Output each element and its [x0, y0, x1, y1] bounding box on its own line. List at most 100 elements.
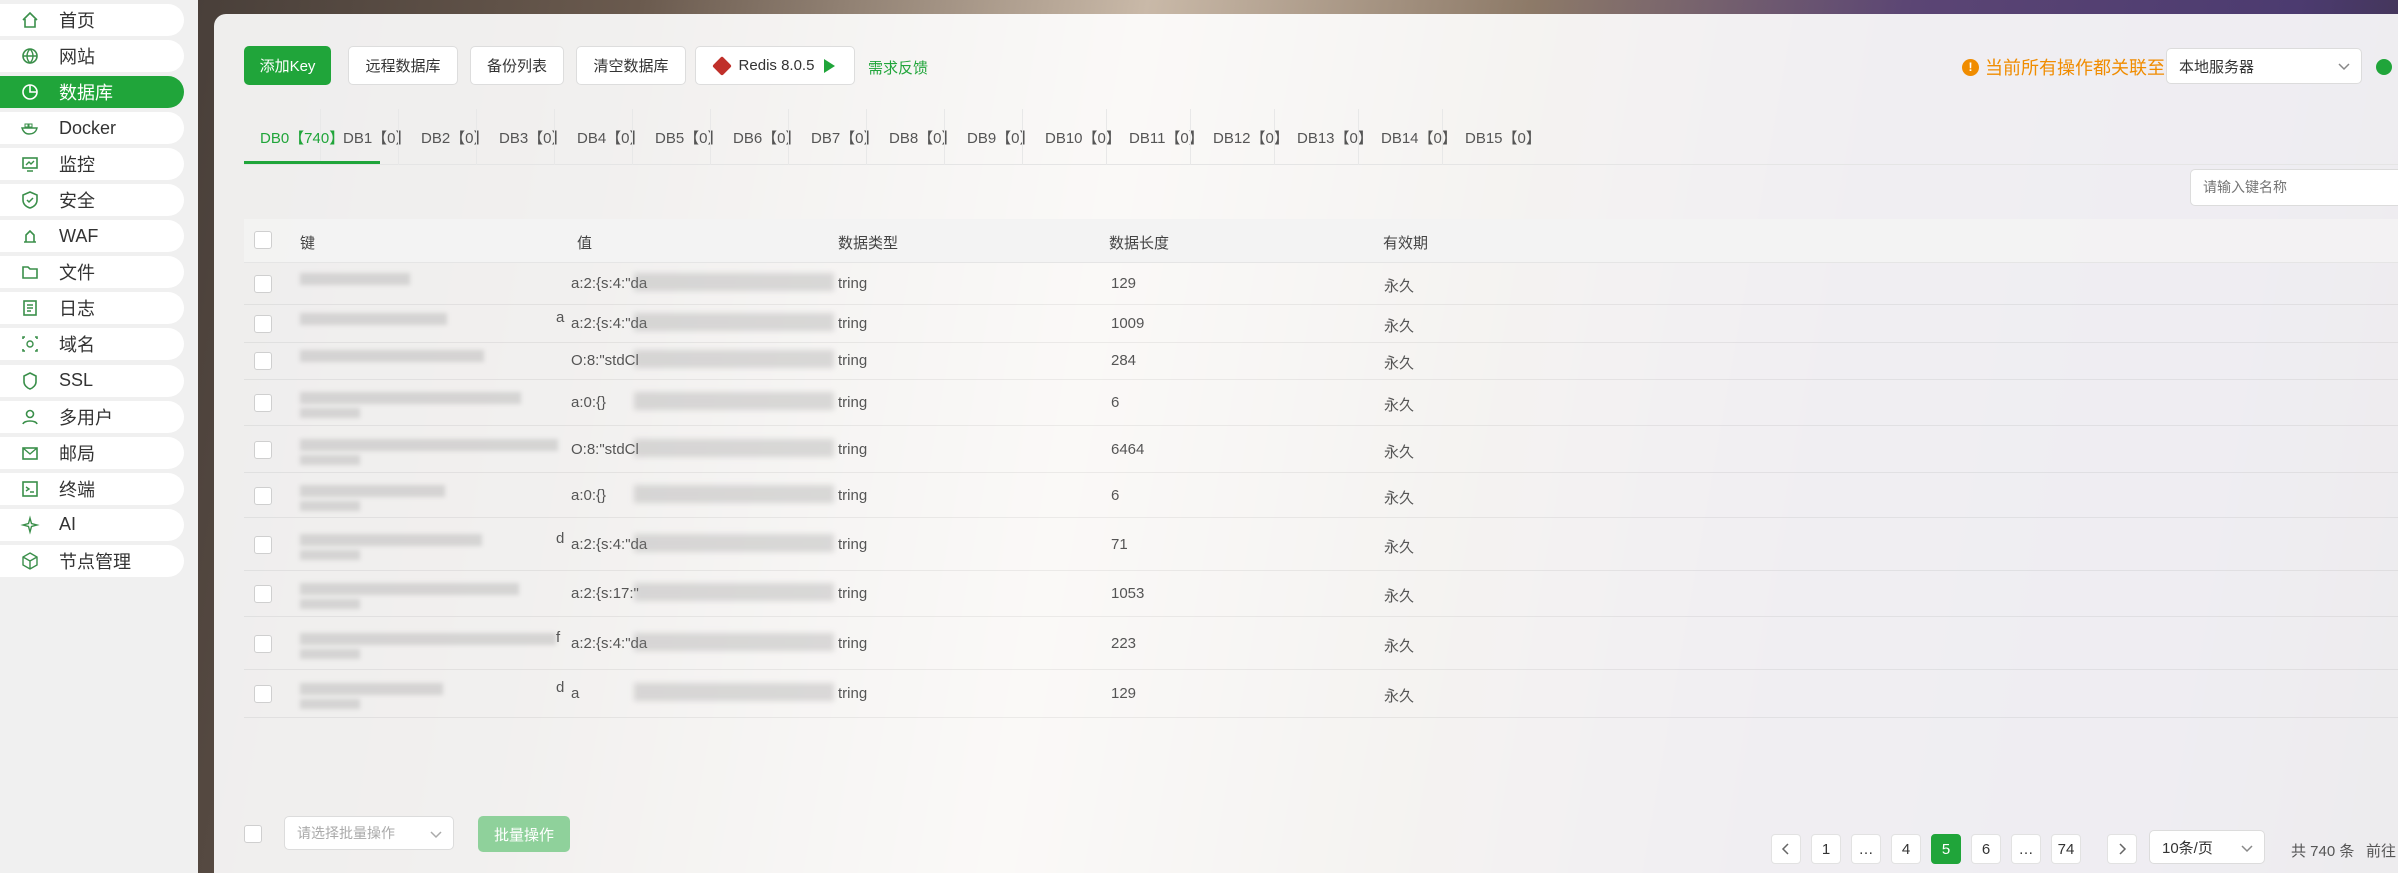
sidebar: 首页网站 数据库 Docker 监控 安全 WAF 文件日志 域名 SSL 多用户 邮局终端 AI 节点… — [0, 0, 198, 873]
row-checkbox[interactable] — [254, 441, 272, 459]
page-button-6[interactable]: 6 — [1971, 834, 2001, 864]
home-icon — [19, 9, 41, 31]
sidebar-item-user[interactable]: 多用户 — [0, 400, 184, 433]
page-button-1[interactable]: 1 — [1811, 834, 1841, 864]
warning-icon: ! — [1962, 58, 1979, 76]
header-key: 键 — [300, 235, 316, 252]
terminal-icon — [19, 478, 41, 500]
table-row[interactable]: d a:2:{s:4:"da tring 71 永久 — [244, 518, 2398, 571]
row-key-tail: d — [556, 679, 565, 696]
page-button-4[interactable]: 4 — [1891, 834, 1921, 864]
sidebar-item-log[interactable]: 日志 — [0, 292, 184, 325]
redacted-key — [300, 313, 447, 325]
row-type: tring — [838, 536, 868, 553]
sidebar-item-ssl[interactable]: SSL — [0, 364, 184, 397]
user-icon — [19, 406, 41, 428]
row-ttl: 永久 — [1384, 397, 1415, 414]
redis-version-button[interactable]: Redis 8.0.5 — [695, 46, 855, 85]
next-page-button[interactable] — [2107, 834, 2137, 864]
row-type: tring — [838, 441, 868, 458]
row-type: tring — [838, 275, 868, 292]
table-row[interactable]: a:0:{} tring 6 永久 — [244, 380, 2398, 426]
table-row[interactable]: d a tring 129 永久 — [244, 670, 2398, 718]
sidebar-item-folder[interactable]: 文件 — [0, 256, 184, 289]
page-button-74[interactable]: 74 — [2051, 834, 2081, 864]
sidebar-item-domain[interactable]: 域名 — [0, 328, 184, 361]
row-checkbox[interactable] — [254, 635, 272, 653]
redacted-key — [300, 350, 484, 362]
page-ellipsis[interactable]: … — [1851, 834, 1881, 864]
sidebar-item-database[interactable]: 数据库 — [0, 76, 184, 109]
row-type: tring — [838, 487, 868, 504]
sidebar-item-label: Docker — [59, 117, 117, 138]
backup-list-button[interactable]: 备份列表 — [470, 46, 564, 85]
sidebar-item-docker[interactable]: Docker — [0, 112, 184, 145]
row-checkbox[interactable] — [254, 352, 272, 370]
redacted-key-line2 — [300, 455, 360, 465]
sidebar-item-label: 文件 — [59, 263, 95, 284]
table-row[interactable]: O:8:"stdCl tring 284 永久 — [244, 342, 2398, 380]
header-length: 数据长度 — [1109, 235, 1170, 252]
redacted-key — [300, 273, 410, 285]
table-row[interactable]: a a:2:{s:4:"da tring 1009 永久 — [244, 305, 2398, 343]
row-type: tring — [838, 685, 868, 702]
row-checkbox[interactable] — [254, 315, 272, 333]
row-length: 284 — [1111, 352, 1137, 369]
redacted-value — [634, 273, 834, 291]
tab-db15[interactable]: DB15【0】 — [1442, 109, 1545, 165]
sidebar-item-home[interactable]: 首页 — [0, 4, 184, 36]
row-length: 129 — [1111, 275, 1137, 292]
redacted-key — [300, 633, 556, 645]
search-input[interactable] — [2203, 170, 2383, 203]
row-checkbox[interactable] — [254, 585, 272, 603]
redacted-key — [300, 392, 521, 404]
page-size-value: 10条/页 — [2162, 839, 2213, 857]
table-row[interactable]: O:8:"stdCl tring 6464 永久 — [244, 426, 2398, 473]
row-checkbox[interactable] — [254, 394, 272, 412]
batch-action-select[interactable]: 请选择批量操作 — [284, 816, 454, 850]
sidebar-item-ai[interactable]: AI — [0, 508, 184, 541]
sidebar-item-monitor[interactable]: 监控 — [0, 148, 184, 181]
sidebar-item-globe[interactable]: 网站 — [0, 40, 184, 73]
row-length: 6 — [1111, 487, 1120, 504]
row-checkbox[interactable] — [254, 275, 272, 293]
clear-database-button[interactable]: 清空数据库 — [576, 46, 686, 85]
key-search[interactable] — [2190, 169, 2398, 206]
goto-label: 前往 — [2366, 843, 2397, 860]
server-select[interactable]: 本地服务器 — [2166, 48, 2362, 84]
sidebar-item-node[interactable]: 节点管理 — [0, 544, 184, 577]
sidebar-item-mail[interactable]: 邮局 — [0, 436, 184, 469]
remote-database-button[interactable]: 远程数据库 — [348, 46, 458, 85]
select-all-checkbox[interactable] — [254, 231, 272, 249]
sidebar-item-label: 节点管理 — [59, 551, 131, 572]
row-checkbox[interactable] — [254, 487, 272, 505]
sidebar-item-label: 终端 — [59, 479, 95, 500]
batch-select-placeholder: 请选择批量操作 — [297, 825, 395, 841]
row-type: tring — [838, 585, 868, 602]
row-checkbox[interactable] — [254, 685, 272, 703]
sidebar-item-shield[interactable]: 安全 — [0, 184, 184, 217]
prev-page-button[interactable] — [1771, 834, 1801, 864]
row-type: tring — [838, 315, 868, 332]
add-key-button[interactable]: 添加Key — [244, 46, 331, 85]
redis-icon — [711, 55, 732, 76]
feedback-link[interactable]: 需求反馈 — [868, 57, 928, 78]
table-row[interactable]: a:2:{s:4:"da tring 129 永久 — [244, 263, 2398, 305]
row-checkbox[interactable] — [254, 536, 272, 554]
batch-operate-button[interactable]: 批量操作 — [478, 816, 570, 852]
table-row[interactable]: a:0:{} tring 6 永久 — [244, 473, 2398, 518]
redacted-value — [634, 313, 834, 331]
footer-select-all-checkbox[interactable] — [244, 825, 262, 843]
page-ellipsis[interactable]: … — [2011, 834, 2041, 864]
row-length: 6 — [1111, 394, 1120, 411]
redis-version-label: Redis 8.0.5 — [738, 57, 815, 74]
domain-icon — [19, 333, 41, 355]
page-button-5[interactable]: 5 — [1931, 834, 1961, 864]
header-type: 数据类型 — [838, 235, 899, 252]
row-length: 6464 — [1111, 441, 1145, 458]
table-row[interactable]: a:2:{s:17:" tring 1053 永久 — [244, 571, 2398, 617]
table-row[interactable]: f a:2:{s:4:"da tring 223 永久 — [244, 617, 2398, 670]
sidebar-item-terminal[interactable]: 终端 — [0, 472, 184, 505]
page-size-select[interactable]: 10条/页 — [2149, 830, 2265, 864]
sidebar-item-waf[interactable]: WAF — [0, 220, 184, 253]
